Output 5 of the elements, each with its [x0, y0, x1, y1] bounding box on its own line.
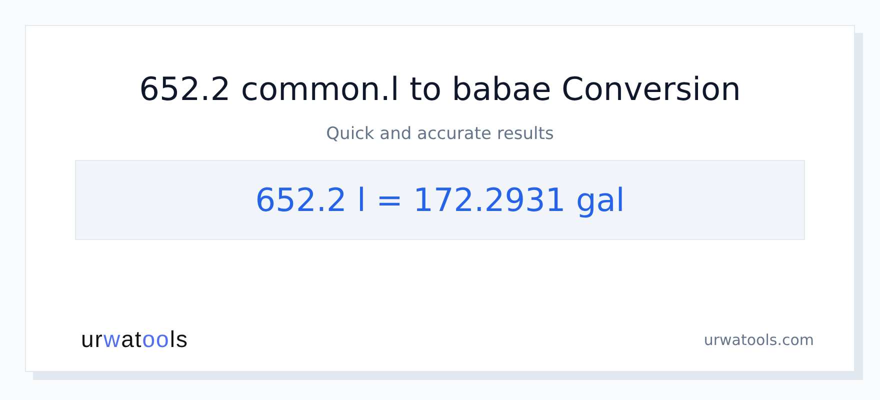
logo: urwatools: [81, 326, 188, 353]
subtitle: Quick and accurate results: [326, 124, 554, 144]
page-title: 652.2 common.l to babae Conversion: [139, 70, 741, 108]
site-url: urwatools.com: [704, 330, 814, 348]
conversion-result: 652.2 l = 172.2931 gal: [75, 160, 805, 240]
